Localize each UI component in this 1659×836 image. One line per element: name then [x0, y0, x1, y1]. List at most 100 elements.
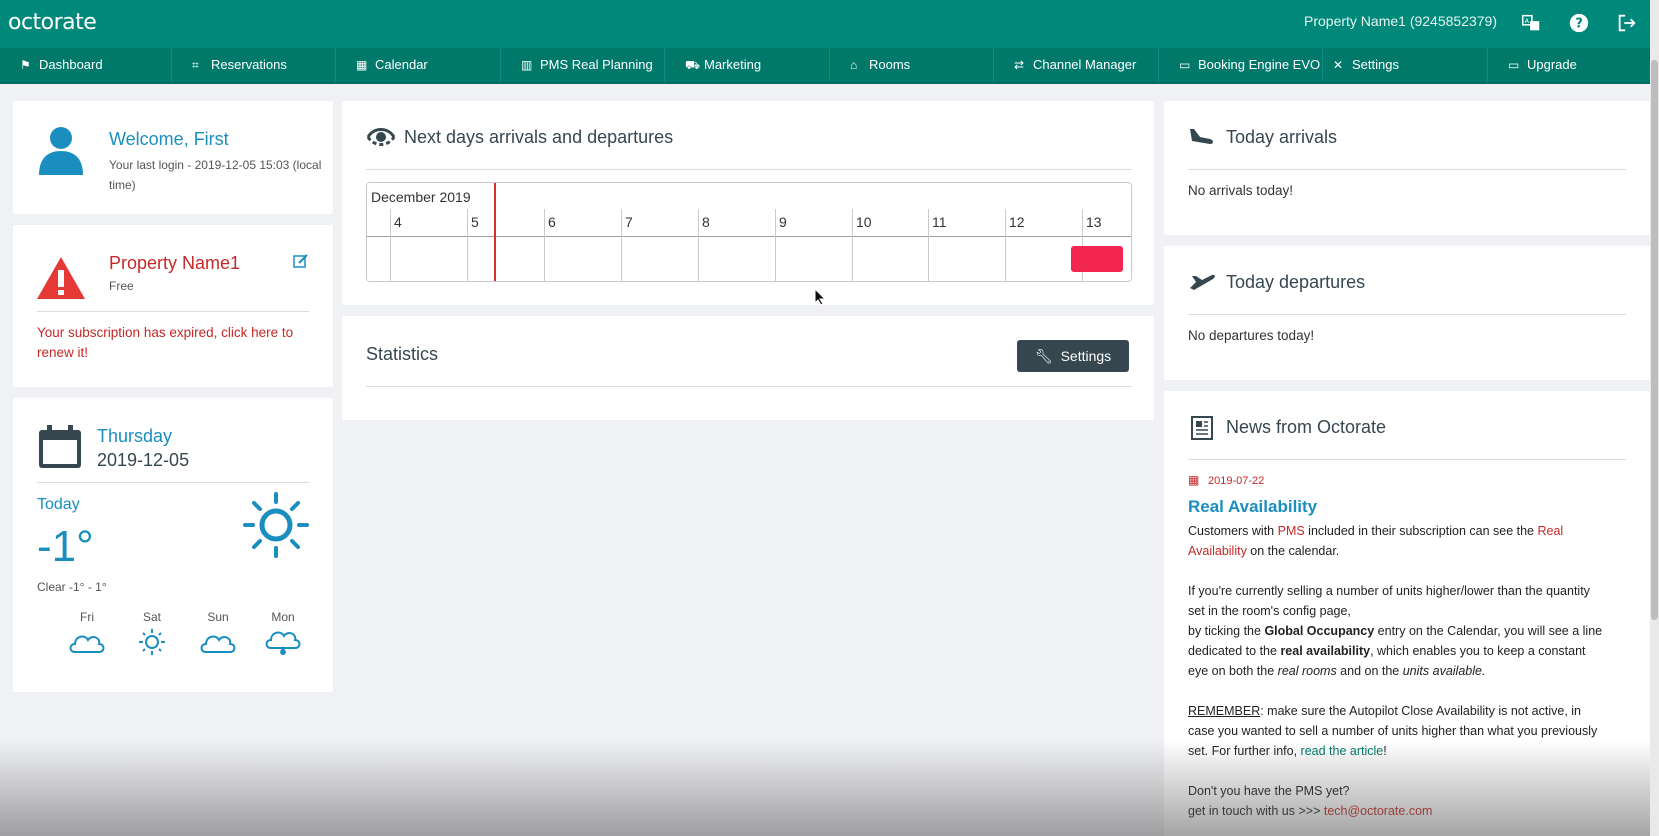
timeline-day: 10	[856, 214, 872, 230]
wrench-icon: 🔧︎	[1035, 348, 1053, 364]
sun-icon	[132, 628, 172, 656]
timeline-day: 11	[932, 214, 947, 230]
mouse-cursor-icon	[814, 288, 826, 306]
help-icon[interactable]: ?	[1568, 12, 1590, 34]
weather-condition: Clear -1° - 1°	[37, 580, 107, 594]
nav-upgrade[interactable]: ▭Upgrade	[1488, 48, 1650, 82]
today-label: Today	[37, 496, 80, 514]
arrivals-departures-title: Next days arrivals and departures	[404, 127, 673, 148]
news-paragraph: by ticking the Global Occupancy entry on…	[1188, 621, 1608, 681]
statistics-settings-button[interactable]: 🔧︎Settings	[1017, 340, 1129, 372]
news-paragraph: If you're currently selling a number of …	[1188, 581, 1608, 621]
scrollbar-thumb[interactable]	[1651, 60, 1658, 620]
eye-icon	[366, 123, 396, 151]
timeline-day: 7	[625, 214, 633, 230]
newspaper-icon	[1190, 415, 1214, 441]
today-arrivals-title: Today arrivals	[1226, 127, 1337, 148]
svg-text:?: ?	[1575, 17, 1582, 32]
welcome-title: Welcome, First	[109, 129, 229, 150]
forecast-day: Fri	[59, 610, 115, 624]
timeline-day: 12	[1009, 214, 1025, 230]
subscription-expired-link[interactable]: Your subscription has expired, click her…	[37, 323, 317, 363]
booking-bar[interactable]	[1071, 246, 1123, 272]
nav-calendar[interactable]: ▦Calendar	[336, 48, 501, 82]
news-paragraph: Don't you have the PMS yet? get in touch…	[1188, 781, 1608, 821]
property-panel: Property Name1 Free Your subscription ha…	[13, 225, 333, 387]
timeline-day: 6	[548, 214, 556, 230]
weather-day-name: Thursday	[97, 426, 172, 447]
today-departures-title: Today departures	[1226, 272, 1365, 293]
welcome-panel: Welcome, First Your last login - 2019-12…	[13, 101, 333, 214]
nav-reservations[interactable]: ⌗Reservations	[172, 48, 336, 82]
property-plan: Free	[109, 279, 134, 293]
property-selector[interactable]: Property Name1 (9245852379)	[1304, 13, 1497, 29]
today-departures-text: No departures today!	[1188, 328, 1314, 343]
edit-icon[interactable]	[293, 253, 309, 269]
flag-icon: ⚑	[20, 48, 34, 82]
plane-takeoff-icon	[1188, 272, 1216, 292]
card-icon: ▭	[1508, 48, 1522, 82]
cloud-icon	[67, 628, 107, 656]
nav-booking-engine[interactable]: ▭Booking Engine EVO	[1159, 48, 1323, 82]
main-nav: ⚑Dashboard ⌗Reservations ▦Calendar ▥PMS …	[0, 48, 1659, 84]
octorate-logo[interactable]: octorate	[8, 10, 96, 35]
timeline-day: 4	[394, 214, 402, 230]
grid-calendar-icon: ▥	[521, 48, 535, 82]
today-marker	[494, 183, 496, 281]
nav-channel-manager[interactable]: ⇄Channel Manager	[994, 48, 1159, 82]
logout-icon[interactable]	[1616, 12, 1638, 34]
weather-date: 2019-12-05	[97, 450, 189, 471]
warning-icon	[35, 255, 87, 301]
arrivals-departures-panel: Next days arrivals and departures Decemb…	[342, 101, 1154, 305]
news-panel: News from Octorate ▦ 2019-07-22 Real Ava…	[1164, 391, 1650, 836]
nav-pms-real-planning[interactable]: ▥PMS Real Planning	[501, 48, 665, 82]
forecast-day: Sat	[124, 610, 180, 624]
email-link[interactable]: tech@octorate.com	[1324, 804, 1433, 818]
monitor-icon: ▭	[1179, 48, 1193, 82]
calendar-icon: ▦	[1188, 473, 1199, 487]
nav-settings[interactable]: ✕Settings	[1323, 48, 1488, 82]
tools-icon: ✕	[1333, 48, 1347, 82]
forecast-day: Mon	[255, 610, 311, 624]
pms-link[interactable]: PMS	[1278, 524, 1305, 538]
news-paragraph: Customers with PMS included in their sub…	[1188, 521, 1608, 561]
timeline-day: 5	[471, 214, 479, 230]
svg-text:A: A	[1525, 17, 1530, 25]
rain-cloud-icon	[263, 628, 303, 656]
timeline-day: 8	[702, 214, 710, 230]
forecast-day: Sun	[190, 610, 246, 624]
top-bar: octorate Property Name1 (9245852379) A ?	[0, 0, 1659, 48]
timeline-month: December 2019	[371, 189, 471, 205]
arrivals-timeline: December 2019 4 5 6 7 8 9 10 11 12 13	[366, 182, 1132, 282]
cloud-icon	[198, 628, 238, 656]
weather-panel: Thursday 2019-12-05 Today -1° Clear -1° …	[13, 398, 333, 692]
user-avatar-icon	[37, 123, 85, 175]
language-icon[interactable]: A	[1520, 12, 1542, 34]
sun-icon	[241, 490, 311, 560]
news-title: News from Octorate	[1226, 417, 1386, 438]
today-departures-panel: Today departures No departures today!	[1164, 246, 1650, 380]
read-article-link[interactable]: read the article	[1301, 744, 1384, 758]
last-login-text: Your last login - 2019-12-05 15:03 (loca…	[109, 155, 323, 195]
tag-icon: ⌗	[192, 48, 206, 82]
timeline-day: 13	[1086, 214, 1102, 230]
timeline-day: 9	[779, 214, 787, 230]
cart-icon: ⛟	[685, 48, 699, 82]
nav-rooms[interactable]: ⌂Rooms	[830, 48, 994, 82]
nav-marketing[interactable]: ⛟Marketing	[665, 48, 830, 82]
plane-landing-icon	[1188, 127, 1216, 147]
calendar-icon: ▦	[356, 48, 370, 82]
news-date: 2019-07-22	[1208, 475, 1264, 487]
property-name: Property Name1	[109, 253, 240, 274]
statistics-panel: Statistics 🔧︎Settings	[342, 316, 1154, 420]
statistics-title: Statistics	[366, 344, 438, 365]
home-icon: ⌂	[850, 48, 864, 82]
today-arrivals-panel: Today arrivals No arrivals today!	[1164, 101, 1650, 235]
news-paragraph: REMEMBER: make sure the Autopilot Close …	[1188, 701, 1608, 761]
current-temperature: -1°	[37, 522, 94, 572]
nav-dashboard[interactable]: ⚑Dashboard	[0, 48, 172, 82]
today-arrivals-text: No arrivals today!	[1188, 183, 1293, 198]
calendar-icon	[37, 424, 83, 470]
exchange-icon: ⇄	[1014, 48, 1028, 82]
news-headline[interactable]: Real Availability	[1188, 497, 1317, 517]
